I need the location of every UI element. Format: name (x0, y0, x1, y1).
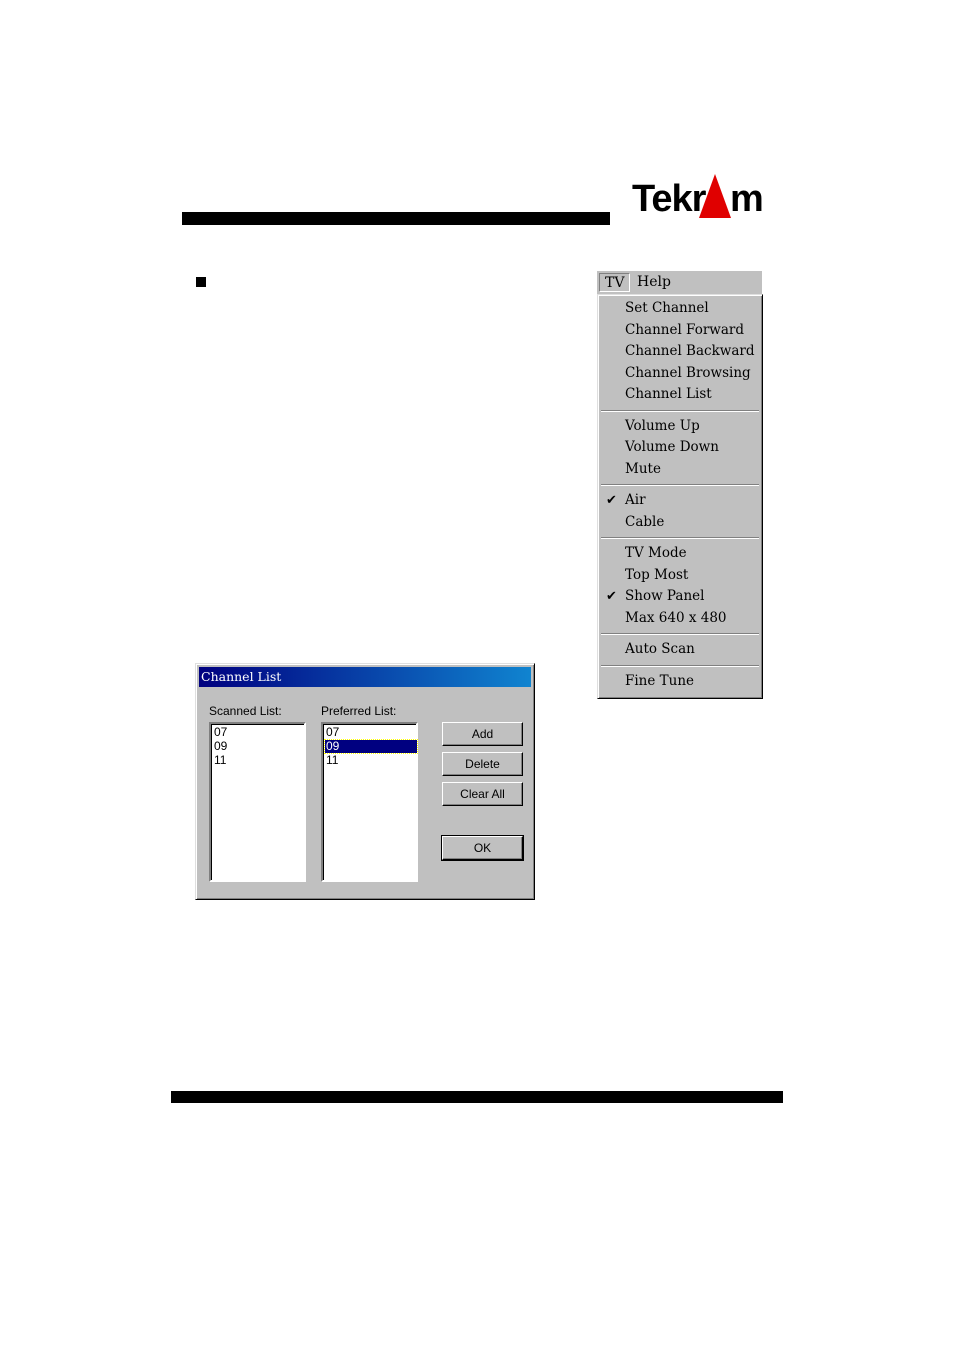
scanned-listbox[interactable]: 07 09 11 (209, 722, 306, 882)
dialog-title: Channel List (201, 669, 282, 684)
dialog-titlebar[interactable]: Channel List (199, 667, 531, 687)
preferred-list-item[interactable]: 07 (325, 726, 339, 739)
menu-item-channel-browsing[interactable]: Channel Browsing (598, 363, 762, 384)
checkmark-icon: ✔ (606, 589, 617, 604)
menu-item-max-640-x-480[interactable]: Max 640 x 480 (598, 608, 762, 629)
menu-help[interactable]: Help (632, 273, 676, 292)
menu-item-label: Mute (625, 460, 661, 477)
bullet-square-icon (196, 277, 206, 287)
menu-item-channel-backward[interactable]: Channel Backward (598, 341, 762, 362)
menu-item-label: Air (625, 492, 646, 508)
menu-item-mute[interactable]: Mute (598, 459, 762, 480)
menu-item-label: Show Panel (625, 588, 705, 604)
scanned-list-item[interactable]: 09 (213, 740, 227, 753)
menu-item-air[interactable]: ✔ Air (598, 490, 762, 511)
menu-item-volume-down[interactable]: Volume Down (598, 437, 762, 458)
preferred-list-item[interactable]: 11 (325, 754, 338, 767)
menu-item-channel-forward[interactable]: Channel Forward (598, 320, 762, 341)
menu-item-label: Auto Scan (625, 641, 695, 657)
menu-separator (601, 537, 759, 539)
logo-text-right: m (730, 178, 764, 220)
checkmark-icon: ✔ (606, 493, 617, 508)
menu-separator (601, 484, 759, 486)
menu-item-label: Max 640 x 480 (625, 609, 727, 626)
logo-text-left: Tekr (632, 178, 706, 220)
preferred-list-item-selected[interactable]: 09 (324, 739, 418, 754)
menu-item-top-most[interactable]: Top Most (598, 565, 762, 586)
scanned-list-label: Scanned List: (209, 704, 282, 718)
menu-item-label: Set Channel (625, 300, 709, 316)
menu-item-set-channel[interactable]: Set Channel (598, 298, 762, 319)
tekram-logo: Tekr m (630, 172, 770, 224)
menu-separator (601, 633, 759, 635)
add-button[interactable]: Add (442, 722, 523, 746)
scanned-list-item[interactable]: 11 (213, 754, 226, 767)
menu-item-show-panel[interactable]: ✔ Show Panel (598, 586, 762, 607)
logo-triangle-icon (699, 174, 731, 218)
menu-item-label: Fine Tune (625, 672, 695, 689)
menu-item-tv-mode[interactable]: TV Mode (598, 543, 762, 564)
scanned-list-item[interactable]: 07 (213, 726, 227, 739)
menu-item-auto-scan[interactable]: Auto Scan (598, 639, 762, 660)
menu-bar: TV Help (597, 271, 762, 294)
menu-item-label: Channel Browsing (625, 364, 751, 381)
menu-tv[interactable]: TV (599, 273, 631, 292)
channel-list-dialog: Channel List Scanned List: Preferred Lis… (195, 663, 535, 900)
header-rule (182, 212, 610, 225)
menu-item-label: Channel List (625, 386, 712, 402)
menu-item-label: Top Most (625, 566, 689, 583)
menu-separator (601, 664, 759, 667)
clear-all-button[interactable]: Clear All (442, 782, 523, 806)
menu-item-label: Volume Up (625, 417, 700, 434)
menu-separator (601, 409, 759, 412)
preferred-list-label: Preferred List: (321, 704, 397, 718)
ok-button[interactable]: OK (441, 835, 524, 861)
menu-item-channel-list[interactable]: Channel List (598, 384, 762, 405)
tv-dropdown-menu: Set Channel Channel Forward Channel Backwa… (597, 294, 763, 699)
menu-item-fine-tune[interactable]: Fine Tune (598, 671, 762, 692)
delete-button[interactable]: Delete (442, 752, 523, 776)
menu-item-label: Cable (625, 513, 665, 530)
menu-item-label: Channel Forward (625, 321, 744, 338)
menu-item-cable[interactable]: Cable (598, 512, 762, 533)
menu-item-label: Volume Down (625, 439, 719, 455)
menu-item-label: TV Mode (625, 545, 687, 561)
footer-rule (171, 1091, 783, 1103)
menu-item-volume-up[interactable]: Volume Up (598, 416, 762, 437)
menu-item-label: Channel Backward (625, 343, 755, 359)
preferred-listbox[interactable]: 07 09 11 (321, 722, 418, 882)
